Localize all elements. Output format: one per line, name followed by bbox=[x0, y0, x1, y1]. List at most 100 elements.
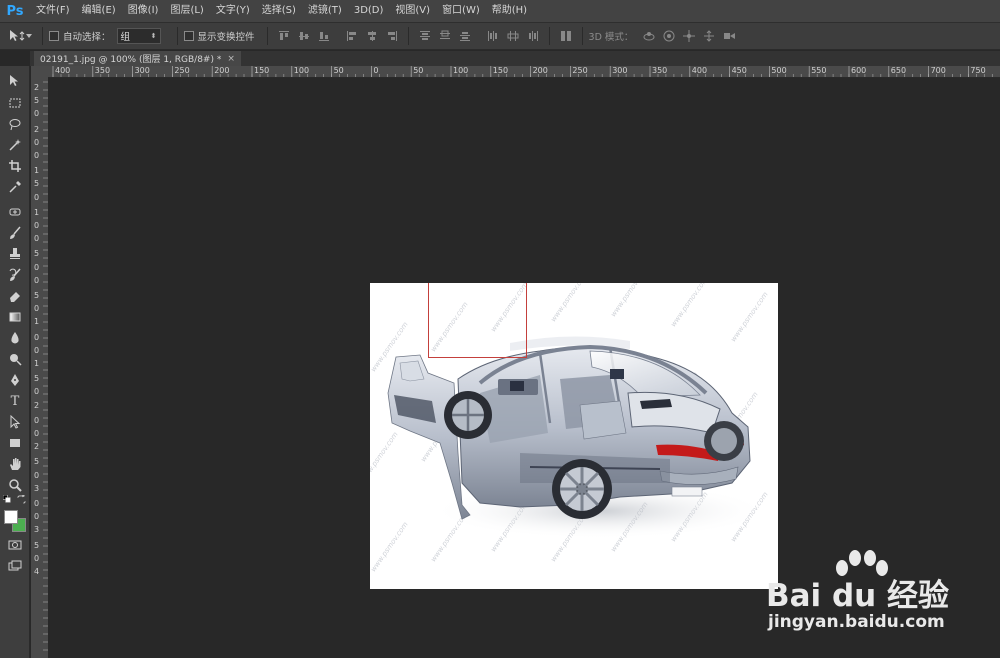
blur-icon[interactable] bbox=[5, 329, 25, 347]
ruler-label: 250 bbox=[572, 66, 588, 75]
ruler-label: 0 bbox=[34, 553, 40, 563]
align-right-icon[interactable] bbox=[386, 30, 398, 42]
marquee-selection[interactable] bbox=[428, 283, 527, 358]
healing-brush-icon[interactable] bbox=[5, 203, 25, 221]
type-tool-icon[interactable]: T bbox=[5, 392, 25, 410]
ruler-label: 0 bbox=[34, 387, 40, 397]
history-brush-icon[interactable] bbox=[5, 266, 25, 284]
ruler-label: 600 bbox=[851, 66, 867, 75]
drag-3d-icon[interactable] bbox=[682, 30, 696, 42]
move-tool-preset-icon[interactable] bbox=[8, 29, 36, 43]
magic-wand-icon[interactable] bbox=[5, 136, 25, 154]
menu-image[interactable]: 图像(I) bbox=[122, 0, 165, 22]
distribute-top-icon[interactable] bbox=[419, 30, 431, 42]
ruler-origin[interactable] bbox=[31, 66, 48, 78]
horizontal-ruler[interactable]: 400 350 300 250 200 150 100 50 0 50 100 150 200 250 30… bbox=[48, 66, 1000, 78]
ruler-label: 0 bbox=[34, 151, 40, 160]
quick-mask-icon[interactable] bbox=[5, 536, 25, 554]
move-tool-icon[interactable] bbox=[5, 72, 25, 90]
document-tab[interactable]: 02191_1.jpg @ 100% (图层 1, RGB/8#) * × bbox=[34, 51, 241, 66]
auto-select-checkbox[interactable] bbox=[49, 31, 59, 41]
menu-3d[interactable]: 3D(D) bbox=[348, 0, 390, 22]
menu-bar: Ps 文件(F) 编辑(E) 图像(I) 图层(L) 文字(Y) 选择(S) 滤… bbox=[0, 0, 1000, 22]
distribute-hcenter-icon[interactable] bbox=[507, 30, 519, 42]
ruler-label: 5 bbox=[34, 374, 40, 384]
align-vcenter-icon[interactable] bbox=[298, 30, 310, 42]
distribute-left-icon[interactable] bbox=[487, 30, 499, 42]
ruler-label: 0 bbox=[34, 192, 40, 202]
menu-edit[interactable]: 编辑(E) bbox=[76, 0, 122, 22]
default-colors-icon[interactable] bbox=[2, 494, 12, 504]
gradient-icon[interactable] bbox=[5, 308, 25, 326]
menu-help[interactable]: 帮助(H) bbox=[486, 0, 533, 22]
vertical-ruler[interactable]: 2 5 0 2 0 0 1 5 0 1 0 0 5 0 0 5 0 1 0 0 1 5 0 2 0 0 2 5 0 3 0 0 3 5 0 4 bbox=[31, 78, 48, 658]
clone-stamp-icon[interactable] bbox=[5, 245, 25, 263]
show-transform-checkbox[interactable] bbox=[183, 31, 194, 41]
dodge-icon[interactable] bbox=[5, 350, 25, 368]
eraser-icon[interactable] bbox=[5, 287, 25, 305]
distribute-right-icon[interactable] bbox=[527, 30, 539, 42]
ruler-label: 0 bbox=[34, 499, 40, 508]
pen-tool-icon[interactable] bbox=[5, 371, 25, 389]
auto-align-icon[interactable] bbox=[560, 30, 572, 42]
eyedropper-icon[interactable] bbox=[5, 178, 25, 196]
separator bbox=[581, 27, 583, 45]
ruler-label: 250 bbox=[174, 66, 190, 75]
separator bbox=[266, 27, 268, 45]
menu-window[interactable]: 窗口(W) bbox=[436, 0, 486, 22]
foreground-color-swatch[interactable] bbox=[4, 510, 18, 524]
ruler-label: 350 bbox=[652, 66, 668, 75]
align-bottom-icon[interactable] bbox=[318, 30, 330, 42]
baidu-logo-text: Bai du 经验 bbox=[766, 578, 950, 614]
auto-select-dropdown[interactable]: 组 ⬍ bbox=[116, 28, 161, 44]
menu-view[interactable]: 视图(V) bbox=[389, 0, 436, 22]
ruler-label: 200 bbox=[214, 66, 230, 75]
separator bbox=[42, 27, 43, 45]
mode-3d-label: 3D 模式： bbox=[588, 32, 634, 43]
scale-3d-icon[interactable] bbox=[722, 30, 736, 42]
ruler-label: 0 bbox=[373, 66, 379, 75]
menu-type[interactable]: 文字(Y) bbox=[210, 0, 256, 22]
crop-tool-icon[interactable] bbox=[5, 157, 25, 175]
menu-file[interactable]: 文件(F) bbox=[30, 0, 76, 22]
ruler-label: 0 bbox=[34, 332, 40, 342]
hand-tool-icon[interactable] bbox=[5, 455, 25, 473]
show-transform-label: 显示变换控件 bbox=[197, 32, 255, 43]
photoshop-logo: Ps bbox=[6, 3, 24, 19]
document-canvas[interactable]: www.psmov.com www.psmov.com www.psmov.com w… bbox=[370, 283, 778, 589]
zoom-tool-icon[interactable] bbox=[5, 476, 25, 494]
distribute-bottom-icon[interactable] bbox=[459, 30, 471, 42]
ruler-label: 0 bbox=[34, 221, 40, 230]
ruler-label: 0 bbox=[34, 512, 40, 522]
align-top-icon[interactable] bbox=[278, 30, 290, 42]
distribute-vcenter-icon[interactable] bbox=[439, 30, 451, 42]
ruler-label: 400 bbox=[691, 66, 708, 75]
rotate-3d-icon[interactable] bbox=[642, 30, 656, 42]
lasso-tool-icon[interactable] bbox=[5, 115, 25, 133]
close-tab-icon[interactable]: × bbox=[227, 54, 235, 64]
swap-colors-icon[interactable] bbox=[16, 494, 26, 504]
ruler-label: 0 bbox=[34, 345, 40, 355]
ruler-label: 350 bbox=[94, 66, 111, 75]
path-select-icon[interactable] bbox=[5, 413, 25, 431]
ruler-label: 3 bbox=[34, 483, 40, 493]
ruler-label: 5 bbox=[34, 540, 40, 550]
menu-filter[interactable]: 滤镜(T) bbox=[302, 0, 348, 22]
menu-select[interactable]: 选择(S) bbox=[256, 0, 302, 22]
brush-tool-icon[interactable] bbox=[5, 224, 25, 242]
screen-mode-icon[interactable] bbox=[5, 557, 25, 575]
ruler-label: 0 bbox=[34, 470, 40, 480]
ruler-label: 100 bbox=[293, 66, 310, 75]
align-left-icon[interactable] bbox=[346, 30, 358, 42]
menu-layer[interactable]: 图层(L) bbox=[164, 0, 209, 22]
ruler-label: 750 bbox=[970, 66, 986, 75]
ruler-label: 150 bbox=[492, 66, 509, 75]
marquee-tool-icon[interactable] bbox=[5, 94, 25, 112]
separator bbox=[176, 27, 178, 45]
ruler-label: 550 bbox=[811, 66, 827, 75]
slide-3d-icon[interactable] bbox=[702, 30, 716, 42]
roll-3d-icon[interactable] bbox=[662, 30, 676, 42]
ruler-label: 150 bbox=[254, 66, 270, 75]
align-hcenter-icon[interactable] bbox=[366, 30, 378, 42]
rectangle-tool-icon[interactable] bbox=[5, 434, 25, 452]
